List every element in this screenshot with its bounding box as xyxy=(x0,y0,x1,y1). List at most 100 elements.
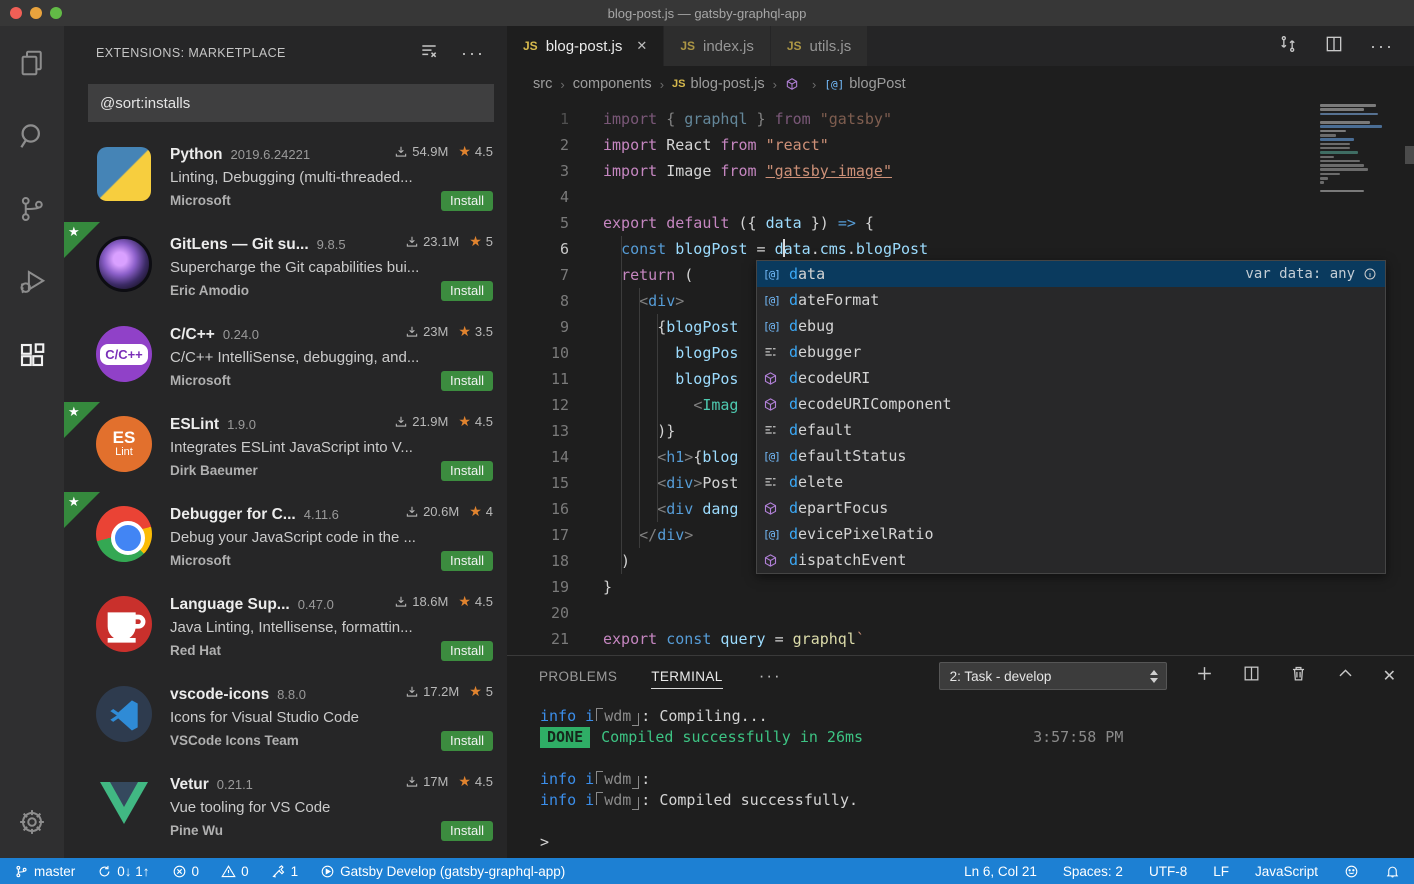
line-number: 18 xyxy=(550,552,569,570)
extension-version: 8.8.0 xyxy=(277,686,306,702)
line-number: 9 xyxy=(559,318,569,336)
suggest-item-devicePixelRatio[interactable]: [@] devicePixelRatio xyxy=(757,521,1385,547)
statusbar-bell[interactable] xyxy=(1385,864,1400,879)
extension-list-item[interactable]: Vetur 0.21.1 17M ★ 4.5 Vue tooling for VS Cod… xyxy=(64,762,507,852)
terminal-line: > xyxy=(540,833,550,851)
install-button[interactable]: Install xyxy=(441,280,493,301)
breadcrumb-item-blogPost[interactable]: [@] blogPost xyxy=(824,76,905,92)
activitybar-source-control-icon[interactable] xyxy=(0,172,64,245)
breadcrumb-item-src[interactable]: src xyxy=(533,76,552,92)
statusbar-warning-triangle[interactable]: 0 xyxy=(221,864,249,879)
rating-star-icon: ★ xyxy=(458,413,471,429)
suggest-item-dispatchEvent[interactable]: dispatchEvent xyxy=(757,547,1385,573)
activitybar-explorer-icon[interactable] xyxy=(0,26,64,99)
install-button[interactable]: Install xyxy=(441,640,493,661)
suggest-item-data[interactable]: [@] data var data: any xyxy=(757,261,1385,287)
code-line-1[interactable]: 1 import { graphql } from "gatsby" xyxy=(507,106,1414,132)
terminal-task-select[interactable]: 2: Task - develop xyxy=(938,662,1167,690)
suggest-item-dateFormat[interactable]: [@] dateFormat xyxy=(757,287,1385,313)
statusbar-error-circle[interactable]: 0 xyxy=(172,864,199,879)
activitybar-search-icon[interactable] xyxy=(0,99,64,172)
sidebar-more-actions-icon[interactable]: ··· xyxy=(461,44,485,62)
split-editor-icon[interactable] xyxy=(1324,34,1344,59)
install-button[interactable]: Install xyxy=(441,820,493,841)
install-button[interactable]: Install xyxy=(441,370,493,391)
statusbar-sync[interactable]: 0↓ 1↑ xyxy=(97,864,150,879)
maximize-panel-icon[interactable] xyxy=(1336,664,1355,688)
statusbar-lf[interactable]: LF xyxy=(1213,864,1229,879)
statusbar-spaces-2[interactable]: Spaces: 2 xyxy=(1063,864,1123,879)
extension-list-item[interactable]: C/C++ C/C++ 0.24.0 23M ★ 3.5 C/C++ IntelliSens… xyxy=(64,312,507,402)
suggest-item-decodeURIComponent[interactable]: decodeURIComponent xyxy=(757,391,1385,417)
line-number: 14 xyxy=(550,448,569,466)
split-terminal-icon[interactable] xyxy=(1242,664,1261,688)
indent-guide xyxy=(657,314,658,522)
code-line-5[interactable]: 5 export default ({ data }) => { xyxy=(507,210,1414,236)
clear-extensions-filter-icon[interactable] xyxy=(419,41,439,66)
tab-index.js[interactable]: JS index.js xyxy=(664,26,771,66)
extension-list-item[interactable]: vscode-icons 8.8.0 17.2M ★ 5 Icons for Visual… xyxy=(64,672,507,762)
info-icon[interactable] xyxy=(1363,267,1377,281)
install-button[interactable]: Install xyxy=(441,190,493,211)
install-button[interactable]: Install xyxy=(441,460,493,481)
extension-installs: 54.9M xyxy=(412,144,449,159)
statusbar-ln-6-col-21[interactable]: Ln 6, Col 21 xyxy=(964,864,1037,879)
tab-utils.js[interactable]: JS utils.js xyxy=(770,26,869,66)
code-line-2[interactable]: 2 import React from "react" xyxy=(507,132,1414,158)
statusbar-tools[interactable]: 1 xyxy=(271,864,298,879)
statusbar-play-circle[interactable]: Gatsby Develop (gatsby-graphql-app) xyxy=(320,864,565,879)
activitybar-extensions-icon[interactable] xyxy=(0,318,64,391)
code-line-3[interactable]: 3 import Image from "gatsby-image" xyxy=(507,158,1414,184)
open-changes-icon[interactable] xyxy=(1278,34,1298,59)
activitybar-settings-icon[interactable] xyxy=(0,785,64,858)
install-button[interactable]: Install xyxy=(441,550,493,571)
extension-list-item[interactable]: ★ Debugger for C... 4.11.6 20.6M ★ 4 Debug you… xyxy=(64,492,507,582)
extension-name: Python xyxy=(170,145,223,163)
close-tab-icon[interactable]: ✕ xyxy=(636,38,647,54)
code-line-21[interactable]: 21 export const query = graphql` xyxy=(507,626,1414,652)
extension-list-item[interactable]: ★ ES Lint ESLint 1.9.0 21.9M ★ 4.5 Integrates ES… xyxy=(64,402,507,492)
symbol-keyword-icon xyxy=(763,475,778,490)
suggest-item-delete[interactable]: delete xyxy=(757,469,1385,495)
breadcrumb-item-blog-post-js[interactable]: JS blog-post.js xyxy=(672,76,765,92)
extension-installs: 20.6M xyxy=(423,504,460,519)
code-line-19[interactable]: 19} xyxy=(507,574,1414,600)
statusbar-javascript[interactable]: JavaScript xyxy=(1255,864,1318,879)
suggest-item-default[interactable]: default xyxy=(757,417,1385,443)
close-panel-icon[interactable]: ✕ xyxy=(1383,666,1396,686)
code-line-20[interactable]: 20 xyxy=(507,600,1414,626)
minimap[interactable] xyxy=(1320,104,1404,194)
extension-list-item[interactable]: Language Sup... 0.47.0 18.6M ★ 4.5 Java Linti… xyxy=(64,582,507,672)
editor-scrollbar[interactable] xyxy=(1405,146,1414,164)
panel-tab-terminal[interactable]: TERMINAL xyxy=(651,656,724,696)
breadcrumb-item-components[interactable]: components xyxy=(573,76,652,92)
suggest-item-departFocus[interactable]: departFocus xyxy=(757,495,1385,521)
code-line-6[interactable]: 6 const blogPost = data.cms.blogPost xyxy=(507,236,1414,262)
breadcrumb-item--function-[interactable] xyxy=(785,77,804,91)
terminal-output[interactable]: info i wdm: Compiling... DONE Compiled suc… xyxy=(507,696,1414,858)
statusbar-utf-8[interactable]: UTF-8 xyxy=(1149,864,1187,879)
breadcrumb-label: components xyxy=(572,76,652,92)
statusbar-feedback[interactable] xyxy=(1344,864,1359,879)
panel-tab-problems[interactable]: PROBLEMS xyxy=(539,656,617,696)
install-button[interactable]: Install xyxy=(441,730,493,751)
code-editor[interactable]: 1 import { graphql } from "gatsby" 2 import… xyxy=(507,102,1414,655)
editor-more-actions-icon[interactable]: ··· xyxy=(1370,37,1394,55)
kill-terminal-icon[interactable] xyxy=(1289,664,1308,688)
suggest-item-defaultStatus[interactable]: [@] defaultStatus xyxy=(757,443,1385,469)
statusbar-git-branch[interactable]: master xyxy=(14,864,75,879)
extension-list-item[interactable]: Python 2019.6.24221 54.9M ★ 4.5 Linting, Debu… xyxy=(64,132,507,222)
code-line-4[interactable]: 4 xyxy=(507,184,1414,210)
tab-blog-post.js[interactable]: JS blog-post.js ✕ xyxy=(507,26,665,66)
extensions-search-input[interactable] xyxy=(88,84,494,122)
suggest-item-debugger[interactable]: debugger xyxy=(757,339,1385,365)
suggest-item-debug[interactable]: [@] debug xyxy=(757,313,1385,339)
new-terminal-icon[interactable] xyxy=(1195,664,1214,688)
extension-author: Pine Wu xyxy=(170,823,224,838)
breadcrumb-separator: › xyxy=(560,76,565,92)
activitybar-debug-icon[interactable] xyxy=(0,245,64,318)
suggest-item-decodeURI[interactable]: decodeURI xyxy=(757,365,1385,391)
suggest-label: dispatchEvent xyxy=(789,551,907,569)
panel-more-tabs-icon[interactable]: ··· xyxy=(759,666,782,686)
extension-list-item[interactable]: ★ GitLens — Git su... 9.8.5 23.1M ★ 5 Supercha… xyxy=(64,222,507,312)
